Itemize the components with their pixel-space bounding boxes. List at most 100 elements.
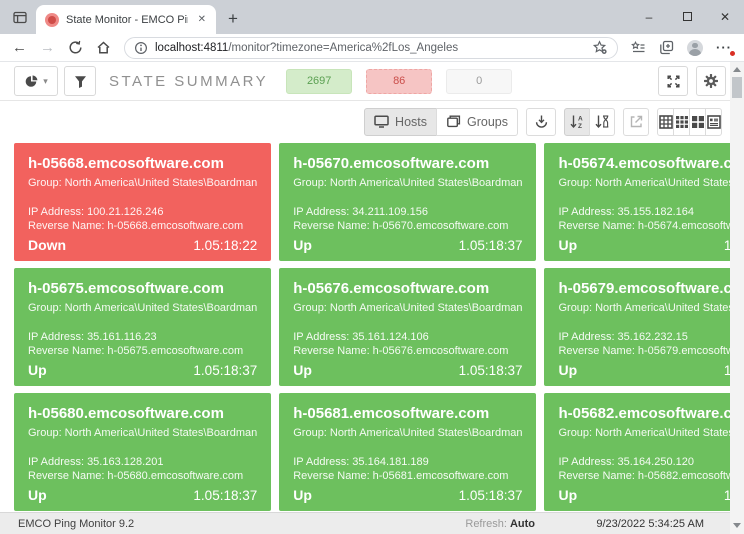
filter-button[interactable] bbox=[64, 66, 96, 96]
host-name: h-05682.emcosoftware.com bbox=[558, 405, 744, 422]
site-favicon-icon bbox=[45, 13, 59, 27]
host-card[interactable]: h-05682.emcosoftware.com Group:North Ame… bbox=[544, 393, 744, 511]
address-bar[interactable]: localhost:4811/monitor?timezone=America%… bbox=[124, 37, 618, 59]
host-state-duration: 1.05:18:37 bbox=[193, 363, 257, 378]
host-state-duration: 1.05:18:37 bbox=[459, 488, 523, 503]
notification-dot bbox=[729, 50, 736, 57]
favorites-icon[interactable] bbox=[631, 41, 646, 55]
groups-label: Groups bbox=[467, 115, 508, 129]
app-version: EMCO Ping Monitor 9.2 bbox=[18, 518, 134, 530]
host-name: h-05670.emcosoftware.com bbox=[293, 155, 522, 172]
host-status: Up bbox=[28, 487, 47, 503]
other-count-badge[interactable]: 0 bbox=[446, 69, 512, 94]
tiles-view-button[interactable] bbox=[673, 108, 690, 136]
host-state-duration: 1.05:18:22 bbox=[193, 238, 257, 253]
host-group: Group:North America\United States\Boardm… bbox=[293, 301, 522, 315]
maximize-button[interactable] bbox=[668, 0, 706, 33]
host-ip: IP Address:35.161.116.23 bbox=[28, 330, 257, 344]
refresh-button[interactable] bbox=[68, 40, 83, 55]
host-status: Up bbox=[293, 487, 312, 503]
open-in-window-button[interactable] bbox=[623, 108, 649, 136]
tab-groups[interactable]: Groups bbox=[436, 108, 518, 136]
up-count-badge[interactable]: 2697 bbox=[286, 69, 352, 94]
back-button[interactable]: ← bbox=[12, 40, 27, 55]
profile-avatar[interactable] bbox=[687, 40, 703, 56]
host-group: Group:North America\United States\Boardm… bbox=[293, 176, 522, 190]
host-card[interactable]: h-05681.emcosoftware.com Group:North Ame… bbox=[279, 393, 536, 511]
host-name: h-05668.emcosoftware.com bbox=[28, 155, 257, 172]
tab-title: State Monitor - EMCO Ping Mon bbox=[66, 14, 188, 26]
host-state-duration: 1.05:18:37 bbox=[193, 488, 257, 503]
host-state-duration: 1.05:18:37 bbox=[459, 363, 523, 378]
host-card[interactable]: h-05668.emcosoftware.com Group:North Ame… bbox=[14, 143, 271, 261]
small-tiles-icon bbox=[675, 115, 689, 129]
new-tab-button[interactable]: + bbox=[228, 12, 238, 26]
svg-text:A: A bbox=[578, 116, 583, 123]
host-group: Group:North America\United States\Boardm… bbox=[558, 426, 744, 440]
host-state-duration: 1.05:18:37 bbox=[459, 238, 523, 253]
host-status: Up bbox=[558, 362, 577, 378]
host-ip: IP Address:35.164.250.120 bbox=[558, 455, 744, 469]
tab-close-icon[interactable]: ✕ bbox=[195, 12, 209, 27]
tab-hosts[interactable]: Hosts bbox=[364, 108, 437, 136]
host-status: Up bbox=[293, 237, 312, 253]
tab-actions-button[interactable] bbox=[8, 5, 32, 29]
host-group: Group:North America\United States\Boardm… bbox=[293, 426, 522, 440]
collections-icon[interactable] bbox=[659, 40, 674, 55]
import-button[interactable] bbox=[526, 108, 556, 136]
host-status: Up bbox=[558, 237, 577, 253]
home-button[interactable] bbox=[96, 40, 111, 55]
scrollbar-thumb[interactable] bbox=[732, 77, 742, 98]
vertical-scrollbar[interactable] bbox=[730, 62, 744, 534]
down-count-badge[interactable]: 86 bbox=[366, 69, 432, 94]
settings-button[interactable] bbox=[696, 66, 726, 96]
host-card[interactable]: h-05680.emcosoftware.com Group:North Ame… bbox=[14, 393, 271, 511]
table-grid-icon bbox=[659, 115, 673, 129]
host-group: Group:North America\United States\Boardm… bbox=[558, 176, 744, 190]
host-reverse-name: Reverse Name:h-05680.emcosoftware.com bbox=[28, 469, 257, 483]
add-favorite-icon[interactable] bbox=[592, 40, 608, 55]
forward-button[interactable]: → bbox=[40, 40, 55, 55]
host-status: Up bbox=[558, 487, 577, 503]
browser-tab-strip: State Monitor - EMCO Ping Mon ✕ + – ✕ bbox=[0, 0, 744, 34]
host-card[interactable]: h-05679.emcosoftware.com Group:North Ame… bbox=[544, 268, 744, 386]
chart-view-dropdown-button[interactable]: ▾ bbox=[14, 66, 58, 96]
refresh-status: Refresh:Auto bbox=[465, 518, 535, 530]
host-reverse-name: Reverse Name:h-05681.emcosoftware.com bbox=[293, 469, 522, 483]
host-status: Up bbox=[28, 362, 47, 378]
current-datetime: 9/23/2022 5:34:25 AM bbox=[596, 518, 704, 530]
host-reverse-name: Reverse Name:h-05670.emcosoftware.com bbox=[293, 219, 522, 233]
site-info-icon[interactable] bbox=[134, 41, 148, 55]
minimize-button[interactable]: – bbox=[630, 0, 668, 33]
maximize-icon bbox=[683, 12, 692, 21]
host-status: Up bbox=[293, 362, 312, 378]
host-card[interactable]: h-05676.emcosoftware.com Group:North Ame… bbox=[279, 268, 536, 386]
svg-text:Z: Z bbox=[578, 123, 582, 129]
sort-by-time-button[interactable] bbox=[589, 108, 615, 136]
table-view-button[interactable] bbox=[657, 108, 674, 136]
host-ip: IP Address:35.161.124.106 bbox=[293, 330, 522, 344]
host-card[interactable]: h-05674.emcosoftware.com Group:North Ame… bbox=[544, 143, 744, 261]
host-reverse-name: Reverse Name:h-05676.emcosoftware.com bbox=[293, 344, 522, 358]
view-toolbar: Hosts Groups AZ bbox=[0, 101, 730, 142]
url-host: localhost:4811 bbox=[155, 42, 228, 54]
host-ip: IP Address:34.211.109.156 bbox=[293, 205, 522, 219]
host-card[interactable]: h-05675.emcosoftware.com Group:North Ame… bbox=[14, 268, 271, 386]
fullscreen-button[interactable] bbox=[658, 66, 688, 96]
large-tiles-icon bbox=[691, 115, 705, 129]
host-group: Group:North America\United States\Boardm… bbox=[28, 301, 257, 315]
details-view-button[interactable] bbox=[705, 108, 722, 136]
browser-menu-button[interactable]: ··· bbox=[716, 40, 732, 55]
host-ip: IP Address:100.21.126.246 bbox=[28, 205, 257, 219]
browser-tab[interactable]: State Monitor - EMCO Ping Mon ✕ bbox=[36, 5, 216, 34]
sort-alphabetical-button[interactable]: AZ bbox=[564, 108, 590, 136]
host-ip: IP Address:35.164.181.189 bbox=[293, 455, 522, 469]
host-name: h-05680.emcosoftware.com bbox=[28, 405, 257, 422]
close-button[interactable]: ✕ bbox=[706, 0, 744, 33]
app-toolbar: ▾ STATE SUMMARY 2697 86 0 bbox=[0, 62, 730, 101]
blocks-view-button[interactable] bbox=[689, 108, 706, 136]
host-card[interactable]: h-05670.emcosoftware.com Group:North Ame… bbox=[279, 143, 536, 261]
scroll-down-arrow-icon[interactable] bbox=[733, 523, 741, 528]
browser-window: State Monitor - EMCO Ping Mon ✕ + – ✕ ← … bbox=[0, 0, 744, 534]
scroll-up-arrow-icon[interactable] bbox=[733, 67, 741, 72]
